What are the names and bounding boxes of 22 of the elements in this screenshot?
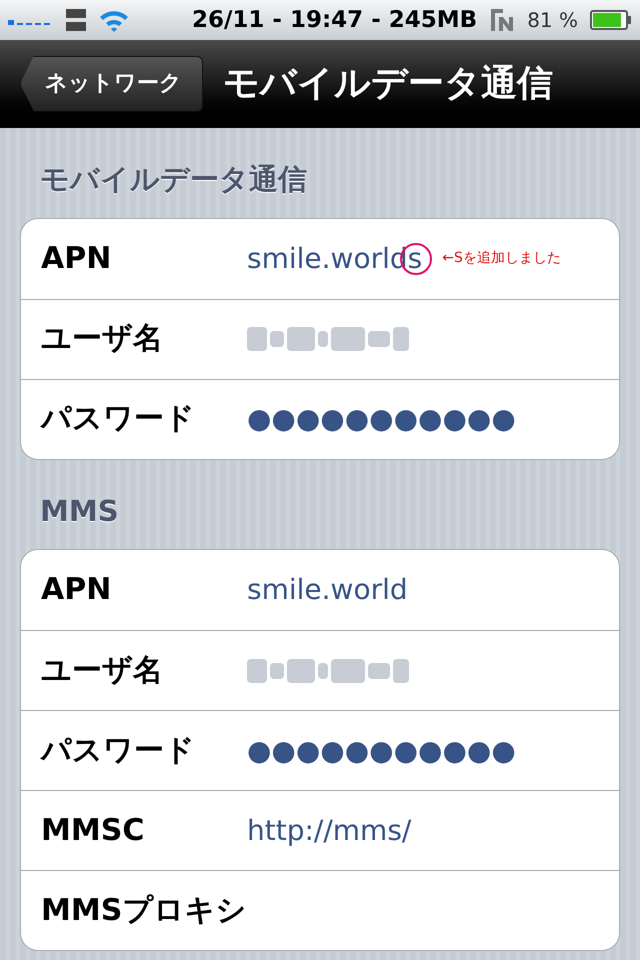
nav-title: モバイルデータ通信 — [223, 62, 553, 106]
battery-icon — [590, 10, 632, 30]
battery-percent: 81 % — [527, 7, 578, 34]
field-label: パスワード — [41, 400, 196, 438]
field-label: ユーザ名 — [41, 652, 164, 690]
field-label: APN — [41, 571, 112, 609]
carrier-icon — [66, 9, 86, 31]
field-label: APN — [41, 240, 112, 278]
section-header: MMS — [39, 492, 120, 530]
status-time: 26/11 - 19:47 - 245MB — [192, 6, 478, 35]
field-label: パスワード — [41, 732, 196, 770]
n-icon — [489, 7, 516, 33]
back-button[interactable]: ネットワーク — [20, 56, 203, 112]
annotation-note: ←Sを追加しました — [442, 249, 561, 268]
field-label: ユーザ名 — [41, 320, 164, 358]
field-value[interactable]: smile.world — [247, 569, 408, 611]
field-label: MMSプロキシ — [41, 892, 246, 930]
field-value[interactable]: ●●●●●●●●●●● — [247, 730, 516, 772]
field-value[interactable]: http://mms/ — [247, 810, 412, 852]
field-label: MMSC — [41, 812, 146, 850]
field-value[interactable]: ●●●●●●●●●●● — [247, 398, 516, 440]
section-header: モバイルデータ通信 — [39, 161, 308, 198]
